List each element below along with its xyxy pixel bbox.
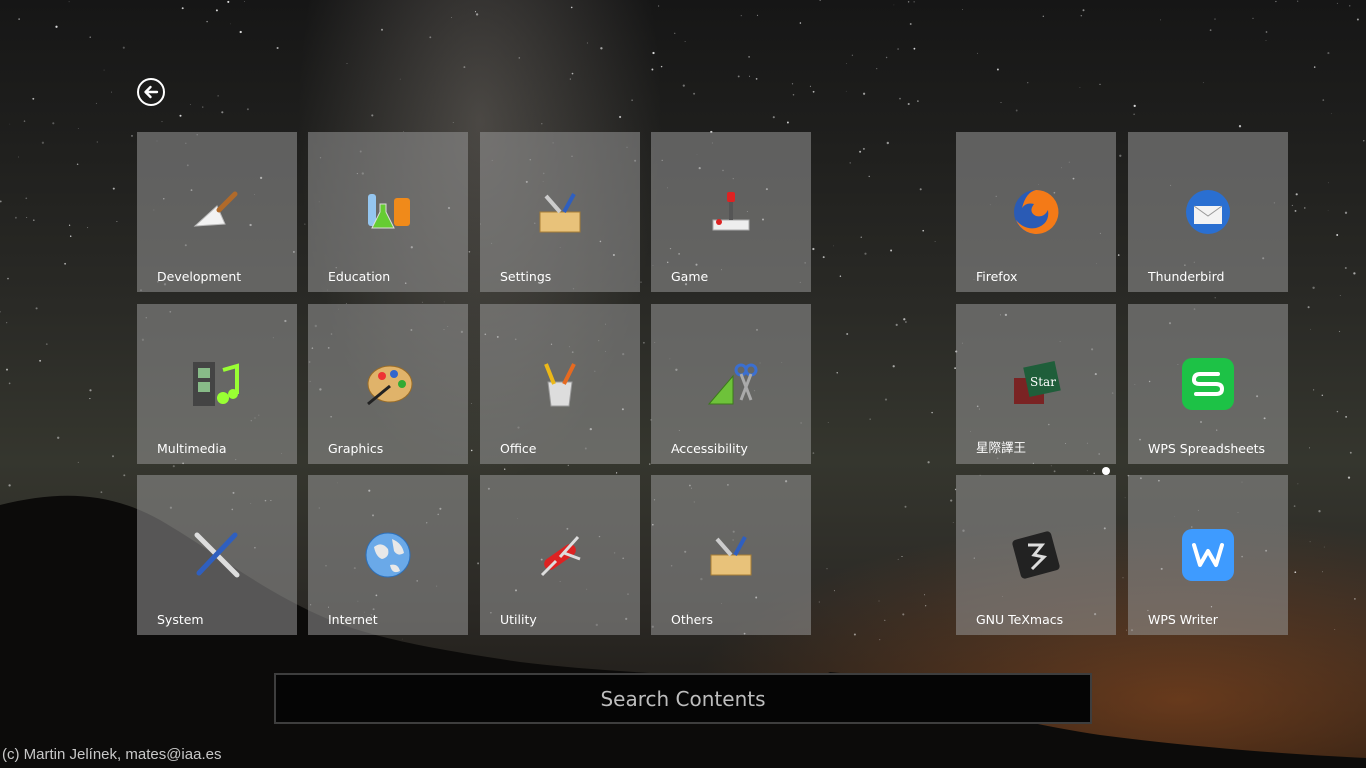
wps-spreadsheets-icon (1180, 356, 1236, 412)
tile-label: Settings (500, 269, 552, 284)
tile-label: Education (328, 269, 391, 284)
category-system[interactable]: System (137, 475, 297, 635)
back-button[interactable] (137, 78, 165, 106)
tile-label: System (157, 612, 204, 627)
tile-label: Game (671, 269, 709, 284)
toolbox-icon (532, 184, 588, 240)
swiss-knife-icon (532, 527, 588, 583)
tile-label: GNU TeXmacs (976, 612, 1064, 627)
category-internet[interactable]: Internet (308, 475, 468, 635)
tile-label: Graphics (328, 441, 384, 456)
wps-writer-icon (1180, 527, 1236, 583)
firefox-icon (1008, 184, 1064, 240)
trowel-icon (189, 184, 245, 240)
search-placeholder: Search Contents (600, 686, 766, 711)
photo-credit: (c) Martin Jelínek, mates@iaa.es (2, 746, 222, 763)
svg-text:Star: Star (1030, 375, 1056, 389)
thunderbird-icon (1180, 184, 1236, 240)
tile-label: Thunderbird (1148, 269, 1225, 284)
joystick-icon (703, 184, 759, 240)
category-others[interactable]: Others (651, 475, 811, 635)
tile-label: WPS Writer (1148, 612, 1218, 627)
category-utility[interactable]: Utility (480, 475, 640, 635)
app-firefox[interactable]: Firefox (956, 132, 1116, 292)
flasks-icon (360, 184, 416, 240)
wrench-screwdriver-icon (189, 527, 245, 583)
category-office[interactable]: Office (480, 304, 640, 464)
app-thunderbird[interactable]: Thunderbird (1128, 132, 1288, 292)
texmacs-icon (1008, 527, 1064, 583)
search-input[interactable]: Search Contents (274, 673, 1092, 724)
category-accessibility[interactable]: Accessibility (651, 304, 811, 464)
tile-label: Utility (500, 612, 537, 627)
app-wps-spreadsheets[interactable]: WPS Spreadsheets (1128, 304, 1288, 464)
back-arrow-icon (144, 85, 159, 99)
pencil-cup-icon (532, 356, 588, 412)
category-education[interactable]: Education (308, 132, 468, 292)
tile-label: Internet (328, 612, 378, 627)
app-star-dict[interactable]: Star 星際譯王 (956, 304, 1116, 464)
globe-icon (360, 527, 416, 583)
stardict-book-icon: Star (1008, 356, 1064, 412)
tile-label: Others (671, 612, 714, 627)
tile-label: Office (500, 441, 537, 456)
tile-label: WPS Spreadsheets (1148, 441, 1266, 456)
toolbox-icon (703, 527, 759, 583)
category-settings[interactable]: Settings (480, 132, 640, 292)
tile-label: Accessibility (671, 441, 748, 456)
tile-label: Multimedia (157, 441, 227, 456)
category-development[interactable]: Development (137, 132, 297, 292)
app-wps-writer[interactable]: WPS Writer (1128, 475, 1288, 635)
tile-label: Development (157, 269, 242, 284)
tile-label: 星際譯王 (976, 440, 1027, 455)
film-music-icon (189, 356, 245, 412)
palette-icon (360, 356, 416, 412)
category-game[interactable]: Game (651, 132, 811, 292)
ruler-scissors-icon (703, 356, 759, 412)
category-multimedia[interactable]: Multimedia (137, 304, 297, 464)
tile-label: Firefox (976, 269, 1018, 284)
app-texmacs[interactable]: GNU TeXmacs (956, 475, 1116, 635)
category-graphics[interactable]: Graphics (308, 304, 468, 464)
